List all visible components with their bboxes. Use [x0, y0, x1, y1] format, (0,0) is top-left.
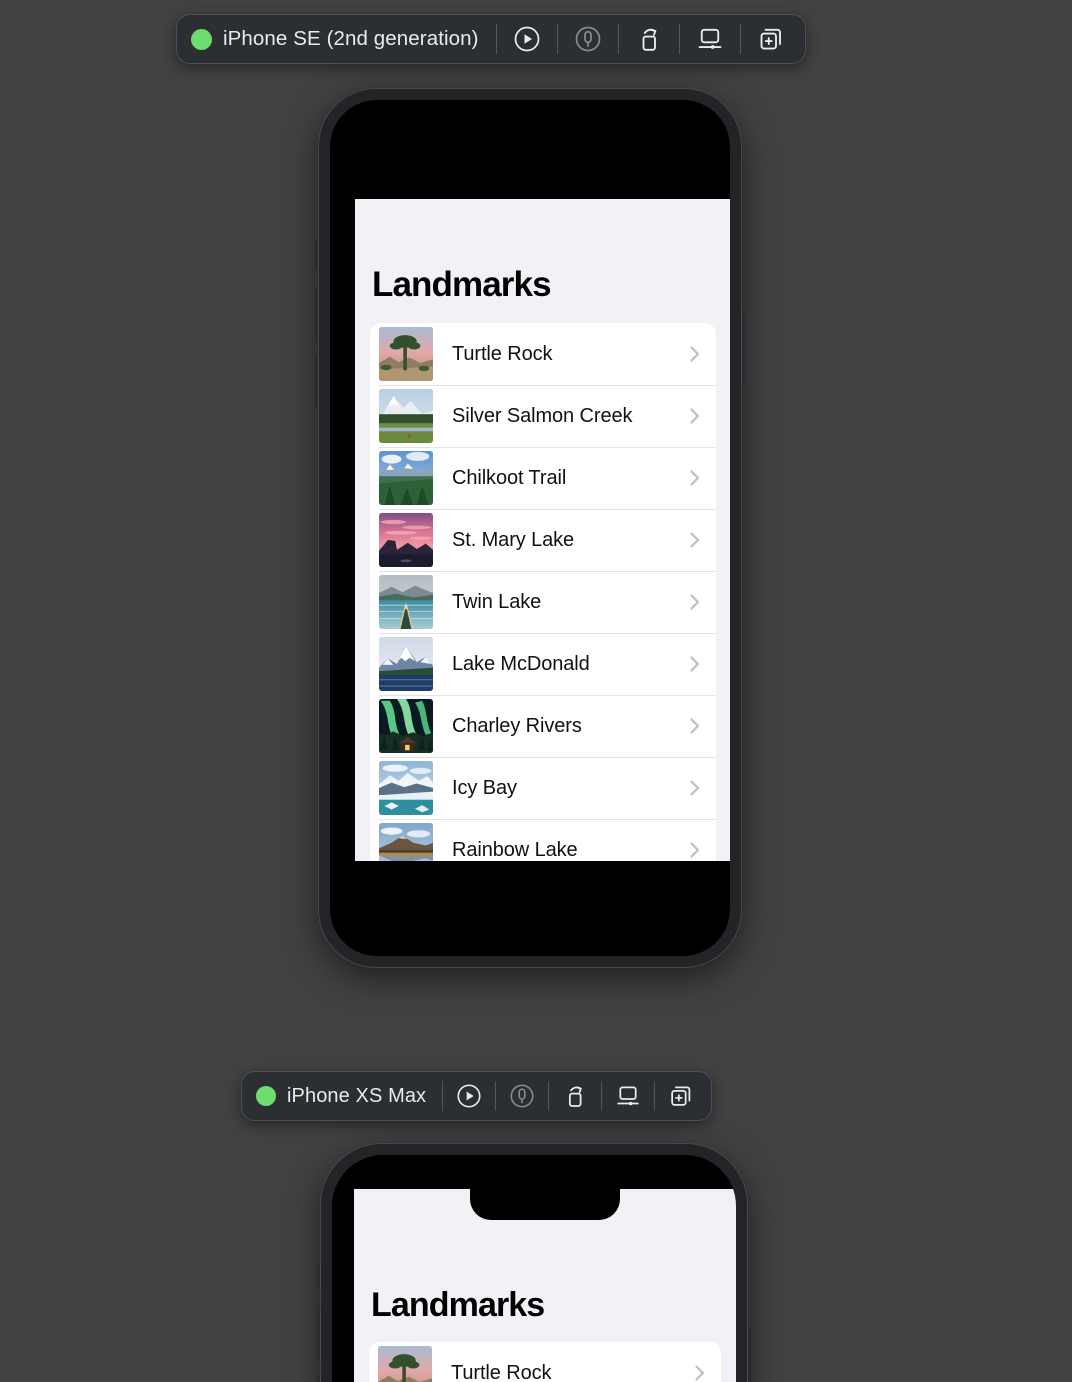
landmark-list: Turtle Rock Silver Salmon Creek — [369, 1342, 721, 1382]
list-item[interactable]: Rainbow Lake — [370, 819, 716, 861]
landmark-thumbnail-canoe-bow-lake — [379, 575, 433, 629]
rotate-device-icon[interactable] — [619, 17, 679, 61]
volume-up-button[interactable] — [317, 1309, 321, 1361]
chevron-right-icon — [688, 342, 702, 366]
list-item-label: Twin Lake — [452, 590, 542, 613]
power-button[interactable] — [747, 1329, 751, 1382]
volume-down-button[interactable] — [317, 1375, 321, 1382]
landmark-list: Turtle Rock Silver Salmon Creek Chilkoot… — [370, 323, 716, 861]
simulator-toolbar-iphone-xs-max: iPhone XS Max — [241, 1071, 713, 1121]
landmark-thumbnail-joshua-tree-dusk — [378, 1346, 432, 1382]
play-in-circle-icon[interactable] — [443, 1074, 495, 1118]
landmark-thumbnail-joshua-tree-dusk — [379, 327, 433, 381]
simulator-toolbar-iphone-se: iPhone SE (2nd generation) — [176, 14, 806, 64]
list-item[interactable]: Icy Bay — [370, 757, 716, 819]
microphone-in-circle-icon[interactable] — [496, 1074, 548, 1118]
notch — [470, 1189, 620, 1220]
display-icon[interactable] — [602, 1074, 654, 1118]
power-button[interactable] — [741, 308, 745, 386]
list-item[interactable]: Chilkoot Trail — [370, 447, 716, 509]
landmark-thumbnail-aurora-cabin — [379, 699, 433, 753]
landmark-thumbnail-glacier-bay — [379, 761, 433, 815]
chevron-right-icon — [688, 838, 702, 861]
chevron-right-icon — [688, 404, 702, 428]
device-screen-iphone-xs-max: Landmarks Turtle Rock — [332, 1155, 736, 1382]
chevron-right-icon — [693, 1361, 707, 1382]
landmark-thumbnail-snow-peak-lake — [379, 637, 433, 691]
chevron-right-icon — [688, 714, 702, 738]
list-item[interactable]: St. Mary Lake — [370, 509, 716, 571]
volume-down-button[interactable] — [315, 356, 319, 410]
status-dot — [191, 28, 212, 50]
rotate-device-icon[interactable] — [549, 1074, 601, 1118]
add-window-icon[interactable] — [655, 1074, 707, 1118]
list-item-label: Lake McDonald — [452, 652, 590, 675]
list-item[interactable]: Turtle Rock — [370, 323, 716, 385]
simulator-stage: iPhone SE (2nd generation) Landmarks Tur… — [0, 0, 1072, 1382]
landmark-thumbnail-pink-sunset-lake — [379, 513, 433, 567]
app-viewport-iphone-se: Landmarks Turtle Rock Silver Salmon Cree… — [355, 199, 730, 861]
device-screen-iphone-se: Landmarks Turtle Rock Silver Salmon Cree… — [330, 100, 730, 956]
list-item-label: Chilkoot Trail — [452, 466, 567, 489]
landmark-thumbnail-mountain-meadow — [379, 389, 433, 443]
list-item-label: Turtle Rock — [451, 1361, 552, 1382]
list-item-label: St. Mary Lake — [452, 528, 575, 551]
list-item-label: Rainbow Lake — [452, 838, 578, 861]
list-item[interactable]: Charley Rivers — [370, 695, 716, 757]
list-item[interactable]: Lake McDonald — [370, 633, 716, 695]
volume-up-button[interactable] — [315, 288, 319, 342]
list-item[interactable]: Silver Salmon Creek — [370, 385, 716, 447]
page-title: Landmarks — [372, 265, 552, 304]
list-item-label: Silver Salmon Creek — [452, 404, 633, 427]
display-icon[interactable] — [680, 17, 740, 61]
list-item[interactable]: Twin Lake — [370, 571, 716, 633]
mute-switch[interactable] — [315, 238, 319, 268]
list-item-label: Icy Bay — [452, 776, 517, 799]
play-in-circle-icon[interactable] — [497, 17, 557, 61]
simulator-title: iPhone SE (2nd generation) — [223, 27, 479, 50]
microphone-in-circle-icon[interactable] — [558, 17, 618, 61]
device-frame-iphone-xs-max: Landmarks Turtle Rock — [317, 1143, 751, 1382]
chevron-right-icon — [688, 466, 702, 490]
mute-switch[interactable] — [317, 1263, 321, 1289]
landmarks-app-iphone-se: Landmarks Turtle Rock Silver Salmon Cree… — [355, 199, 730, 861]
add-window-icon[interactable] — [741, 17, 801, 61]
chevron-right-icon — [688, 590, 702, 614]
device-frame-iphone-se: Landmarks Turtle Rock Silver Salmon Cree… — [315, 88, 745, 968]
chevron-right-icon — [688, 776, 702, 800]
list-item-label: Turtle Rock — [452, 342, 553, 365]
landmark-thumbnail-alpine-forest — [379, 451, 433, 505]
simulator-title: iPhone XS Max — [287, 1084, 427, 1107]
list-item[interactable]: Turtle Rock — [369, 1342, 721, 1382]
app-viewport-iphone-xs-max: Landmarks Turtle Rock — [354, 1189, 736, 1382]
landmark-thumbnail-reflection-lake — [379, 823, 433, 861]
status-dot — [256, 1086, 276, 1106]
list-item-label: Charley Rivers — [452, 714, 582, 737]
chevron-right-icon — [688, 652, 702, 676]
landmarks-app-iphone-xs-max: Landmarks Turtle Rock — [354, 1189, 736, 1382]
chevron-right-icon — [688, 528, 702, 552]
